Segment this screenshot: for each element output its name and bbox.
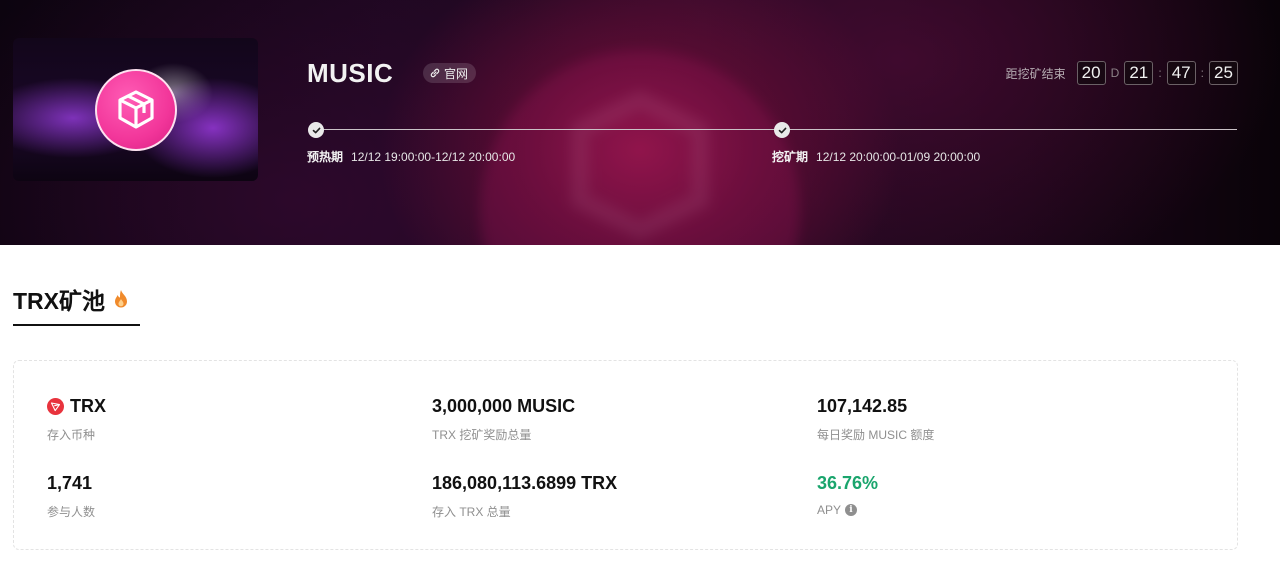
pool-title: TRX矿池	[13, 288, 105, 314]
stat-value: 186,080,113.6899 TRX	[432, 473, 618, 493]
stat-apy: 36.76% APY i	[817, 473, 878, 517]
stat-total-deposit: 186,080,113.6899 TRX 存入 TRX 总量	[432, 473, 617, 520]
stat-daily-reward: 107,142.85 每日奖励 MUSIC 额度	[817, 396, 934, 443]
token-banner-image	[13, 38, 258, 181]
phase-range: 12/12 20:00:00-01/09 20:00:00	[816, 150, 981, 164]
countdown-days: 20	[1076, 61, 1106, 85]
countdown-minutes: 47	[1166, 61, 1196, 85]
box-logo-icon	[95, 69, 177, 151]
stat-total-reward: 3,000,000 MUSIC TRX 挖矿奖励总量	[432, 396, 575, 443]
phase-range: 12/12 19:00:00-12/12 20:00:00	[351, 150, 516, 164]
background-logo-icon	[480, 50, 800, 245]
stat-label: 存入 TRX 总量	[432, 505, 511, 519]
stat-value: TRX	[70, 396, 106, 416]
stat-label: 存入币种	[47, 428, 96, 442]
stat-label: 每日奖励 MUSIC 额度	[817, 428, 935, 442]
phase-name: 挖矿期	[772, 150, 809, 164]
stat-value: 36.76%	[817, 473, 879, 493]
stat-value: 1,741	[47, 473, 93, 493]
stat-value: 3,000,000 MUSIC	[432, 396, 576, 416]
countdown-separator: :	[1158, 66, 1162, 80]
stat-value: 107,142.85	[817, 396, 908, 416]
project-title: MUSIC	[307, 58, 394, 88]
fire-icon	[115, 290, 127, 308]
info-icon[interactable]: i	[845, 504, 858, 516]
official-site-label: 官网	[444, 66, 469, 81]
countdown-separator: :	[1200, 66, 1204, 80]
stat-label: APY	[817, 503, 842, 517]
countdown-seconds: 25	[1209, 61, 1238, 85]
stat-label: TRX 挖矿奖励总量	[432, 428, 532, 442]
link-icon	[430, 68, 440, 78]
countdown-hours: 21	[1124, 61, 1154, 85]
check-icon	[774, 122, 790, 138]
countdown-days-unit: D	[1110, 66, 1120, 80]
mining-countdown: 距挖矿结束 20 D 21 : 47 : 25	[1006, 61, 1238, 85]
countdown-label: 距挖矿结束	[1005, 66, 1066, 81]
hero-banner: MUSIC 官网 距挖矿结束 20 D 21 : 47 : 25 预热期 12/1…	[0, 0, 1280, 245]
timeline-phase-warmup: 预热期 12/12 19:00:00-12/12 20:00:00	[307, 148, 515, 165]
timeline-phase-mining: 挖矿期 12/12 20:00:00-01/09 20:00:00	[772, 148, 980, 165]
stat-deposit-token: TRX 存入币种	[47, 396, 106, 443]
stat-participants: 1,741 参与人数	[47, 473, 95, 520]
phase-name: 预热期	[307, 150, 344, 164]
trx-icon	[47, 398, 64, 415]
pool-stats-card: TRX 存入币种 3,000,000 MUSIC TRX 挖矿奖励总量 107,…	[13, 360, 1238, 550]
stat-label: 参与人数	[47, 505, 96, 519]
pool-tab-trx[interactable]: TRX矿池	[13, 282, 129, 316]
official-site-link[interactable]: 官网	[423, 63, 477, 83]
active-tab-underline	[13, 324, 140, 326]
check-icon	[308, 122, 324, 138]
